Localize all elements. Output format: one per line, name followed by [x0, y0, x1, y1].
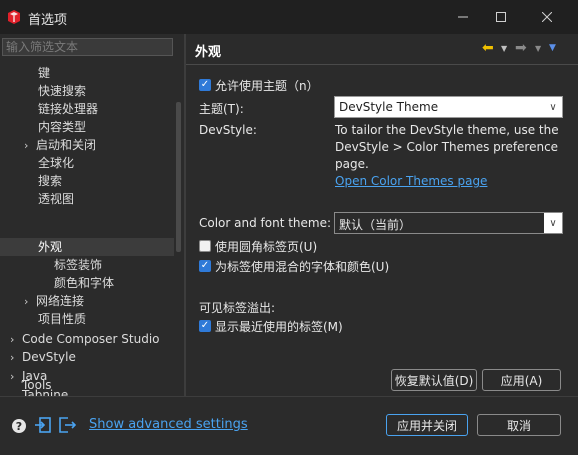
tree-item-code-composer-studio[interactable]: › Code Composer Studio	[10, 330, 160, 348]
tree-scrollbar-thumb[interactable]	[176, 102, 181, 252]
tree-item-label: 网络连接	[36, 294, 85, 308]
apply-button[interactable]: 应用(A)	[482, 369, 561, 391]
tree-selection-highlight	[0, 238, 174, 256]
tree-item-quick-search[interactable]: 快速搜索	[38, 82, 86, 100]
expand-chevron-icon[interactable]: ›	[24, 293, 36, 311]
tree-item-network-connections[interactable]: › 网络连接	[24, 292, 84, 310]
tree-item-perspectives[interactable]: 透视图	[38, 190, 74, 208]
page-header: 外观 ⬅ ▼ ➡ ▼ ▼	[186, 34, 578, 65]
apply-and-close-button[interactable]: 应用并关闭	[386, 414, 468, 436]
tree-item-label: 项目性质	[38, 312, 87, 326]
checkbox-checked-icon: ✓	[199, 320, 211, 332]
enable-theme-label: 允许使用主题（n）	[215, 78, 319, 93]
checkbox-checked-icon: ✓	[199, 79, 211, 91]
back-arrow-icon[interactable]: ⬅	[482, 40, 494, 56]
preference-page: 外观 ⬅ ▼ ➡ ▼ ▼ ✓ 允许使用主题（n） 主题(T): DevStyle…	[186, 34, 578, 396]
devstyle-description-block: To tailor the DevStyle theme, use the De…	[335, 122, 567, 190]
close-button[interactable]	[524, 0, 570, 34]
help-icon[interactable]: ?	[12, 419, 26, 433]
preference-tree-panel: 键 快速搜索 链接处理器 内容类型 ›启动和关闭 全球化 搜索 透视图 外观 标…	[0, 34, 184, 396]
show-recent-tabs-checkbox[interactable]: ✓ 显示最近使用的标签(M)	[199, 317, 343, 335]
tree-item-label: 内容类型	[38, 120, 87, 134]
rounded-tabs-checkbox[interactable]: 使用圆角标签页(U)	[199, 237, 317, 255]
tree-item-project-natures[interactable]: 项目性质	[38, 310, 86, 328]
chevron-down-icon: ∨	[549, 101, 557, 113]
tree-item-label: 标签装饰	[54, 258, 103, 272]
cancel-button[interactable]: 取消	[477, 414, 561, 436]
color-font-theme-select[interactable]: 默认（当前） ∨	[334, 212, 563, 234]
color-font-theme-label: Color and font theme:	[199, 216, 332, 230]
tree-item-devstyle[interactable]: › DevStyle	[10, 348, 76, 366]
title-bar: 首选项	[0, 0, 578, 34]
rounded-tabs-label: 使用圆角标签页(U)	[215, 239, 318, 254]
tree-item-globalization[interactable]: 全球化	[38, 154, 74, 172]
import-icon[interactable]	[34, 416, 52, 434]
mixed-fonts-label: 为标签使用混合的字体和颜色(U)	[215, 259, 390, 274]
open-color-themes-link[interactable]: Open Color Themes page	[335, 174, 487, 188]
tree-item-content-types[interactable]: 内容类型	[38, 118, 86, 136]
devstyle-description: To tailor the DevStyle theme, use the De…	[335, 123, 559, 171]
tree-item-label: 透视图	[38, 192, 75, 206]
app-icon	[8, 10, 20, 24]
expand-chevron-icon[interactable]: ›	[24, 137, 36, 155]
tree-item-keys[interactable]: 键	[38, 64, 50, 82]
color-font-theme-value: 默认（当前）	[339, 218, 412, 232]
devstyle-label: DevStyle:	[199, 123, 257, 137]
minimize-icon	[458, 16, 468, 18]
checkbox-checked-icon: ✓	[199, 260, 211, 272]
preference-tree: 键 快速搜索 链接处理器 内容类型 › 启动和关闭 全球化 搜索 透视图 外观 标…	[0, 62, 174, 396]
export-icon[interactable]	[58, 416, 76, 434]
tree-item-appearance[interactable]: 外观	[38, 238, 62, 256]
checkbox-unchecked-icon	[199, 240, 211, 252]
theme-select[interactable]: DevStyle Theme ∨	[334, 96, 563, 118]
tree-item-startup-shutdown[interactable]: › 启动和关闭	[24, 136, 96, 154]
tree-item-label: Tools	[22, 378, 52, 392]
show-recent-tabs-label: 显示最近使用的标签(M)	[215, 319, 343, 334]
mixed-fonts-checkbox[interactable]: ✓ 为标签使用混合的字体和颜色(U)	[199, 257, 389, 275]
tree-item-label: 颜色和字体	[54, 276, 115, 290]
forward-arrow-icon[interactable]: ➡	[515, 40, 527, 56]
expand-chevron-icon[interactable]: ›	[10, 331, 22, 349]
expand-chevron-icon[interactable]: ›	[10, 349, 22, 367]
dialog-footer: ? Show advanced settings 应用并关闭 取消	[0, 396, 578, 455]
tree-item-label: 全球化	[38, 156, 75, 170]
back-history-dropdown-icon[interactable]: ▼	[501, 40, 507, 56]
forward-history-dropdown-icon[interactable]: ▼	[535, 40, 541, 56]
tree-item-search[interactable]: 搜索	[38, 172, 62, 190]
tree-item-colors-fonts[interactable]: 颜色和字体	[54, 274, 114, 292]
theme-select-value: DevStyle Theme	[339, 100, 439, 114]
theme-label: 主题(T):	[199, 102, 244, 116]
window-title: 首选项	[28, 13, 68, 28]
tree-item-label: Code Composer Studio	[22, 332, 160, 346]
tree-item-label: 键	[38, 66, 51, 80]
tree-item-label: 搜索	[38, 174, 63, 188]
expand-chevron-icon[interactable]: ›	[10, 368, 22, 386]
close-icon	[542, 12, 552, 22]
view-menu-icon[interactable]: ▼	[549, 40, 556, 56]
tree-item-label-decorations[interactable]: 标签装饰	[54, 256, 102, 274]
tree-item-label: 外观	[38, 240, 63, 254]
tree-item-link-handlers[interactable]: 链接处理器	[38, 100, 98, 118]
filter-input[interactable]	[2, 38, 173, 56]
tree-item-label: 快速搜索	[38, 84, 87, 98]
maximize-icon	[496, 12, 506, 22]
tree-item-label: DevStyle	[22, 350, 76, 364]
tab-overflow-heading: 可见标签溢出:	[199, 301, 276, 315]
show-advanced-settings-link[interactable]: Show advanced settings	[89, 417, 248, 432]
restore-defaults-button[interactable]: 恢复默认值(D)	[391, 369, 477, 391]
tree-item-label: 链接处理器	[38, 102, 99, 116]
page-title: 外观	[195, 45, 222, 60]
maximize-button[interactable]	[478, 0, 524, 34]
tree-item-label: 启动和关闭	[36, 138, 97, 152]
tree-item-tools[interactable]: Tools	[22, 376, 52, 394]
enable-theme-checkbox[interactable]: ✓ 允许使用主题（n）	[199, 76, 319, 94]
chevron-down-icon: ∨	[544, 213, 562, 233]
